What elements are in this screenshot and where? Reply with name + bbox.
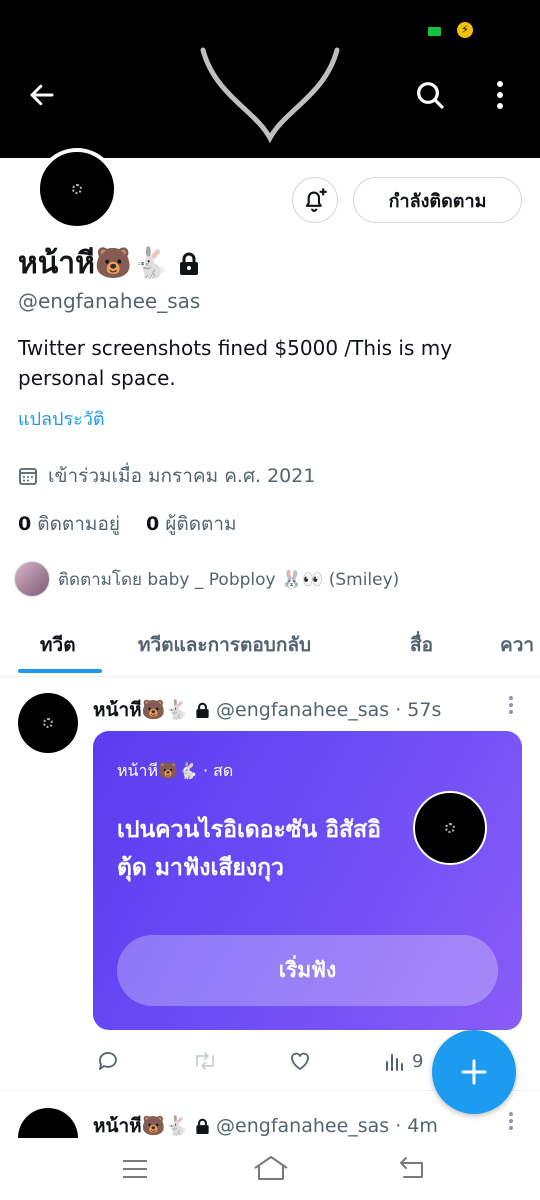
tweet-time: · 57s (395, 699, 442, 721)
space-meta: หน้าหี🐻🐇 · สด (117, 761, 234, 780)
views-button[interactable]: 9 (384, 1046, 423, 1076)
search-icon (417, 82, 444, 109)
followed-by-text: ติดตามโดย baby _ Pobploy 🐰👀 (Smiley) (58, 569, 400, 590)
menu-icon[interactable] (121, 1158, 149, 1180)
compose-button[interactable] (432, 1030, 516, 1114)
profile-bio: Twitter screenshots fined $5000 /This is… (18, 336, 453, 390)
join-date: เข้าร่วมเมื่อ มกราคม ค.ศ. 2021 (18, 461, 315, 491)
space-card[interactable]: หน้าหี🐻🐇 · สด เปนควนไรอิเดอะซัน อิสัสอิต… (93, 731, 522, 1030)
bell-plus-icon (305, 188, 327, 212)
follow-counts: 0 ติดตามอยู่ 0 ผู้ติดตาม (18, 509, 237, 539)
tweet-header: หน้าหี🐻🐇 @engfanahee_sas · 4m (93, 1111, 438, 1138)
followers-count-link[interactable]: 0 ผู้ติดตาม (146, 509, 237, 539)
back-icon[interactable] (396, 1155, 426, 1181)
loading-spinner-icon (445, 823, 455, 833)
tweet-author-handle: @engfanahee_sas (216, 699, 390, 721)
tweet-author-handle: @engfanahee_sas (216, 1115, 390, 1137)
more-options-button[interactable] (478, 73, 522, 117)
like-button[interactable] (288, 1046, 312, 1076)
tweet-actions: 9 (96, 1046, 436, 1076)
tweet-author-name[interactable]: หน้าหี🐻🐇 (93, 1111, 189, 1138)
reply-button[interactable] (96, 1046, 120, 1076)
plus-icon (461, 1059, 487, 1085)
space-host-avatar (413, 791, 487, 865)
tweet-more-button[interactable] (496, 695, 526, 715)
more-vertical-icon (497, 81, 503, 109)
reply-icon (99, 1052, 117, 1070)
loading-spinner-icon (43, 718, 53, 728)
charging-icon: ⚡ (457, 22, 473, 38)
retweet-button[interactable] (192, 1046, 218, 1076)
notify-button[interactable] (292, 177, 338, 223)
translate-bio-link[interactable]: แปลประวัติ (18, 404, 105, 433)
heart-icon (291, 1052, 309, 1070)
profile-name: หน้าหี🐻🐇 (18, 246, 170, 281)
search-button[interactable] (408, 73, 452, 117)
retweet-icon (196, 1052, 214, 1070)
tab-tweets-replies[interactable]: ทวีตและการตอบกลับ (138, 630, 311, 660)
space-title: เปนควนไรอิเดอะซัน อิสัสอิตุ้ด มาฟังเสียง… (117, 817, 381, 881)
home-icon[interactable] (252, 1154, 290, 1182)
lock-icon (196, 702, 209, 718)
tab-media[interactable]: สื่อ (410, 630, 433, 660)
profile-tabs: ทวีต ทวีตและการตอบกลับ สื่อ ควา (0, 612, 540, 677)
tab-tweets[interactable]: ทวีต (40, 630, 76, 660)
lock-icon (196, 1118, 209, 1134)
banner-heart-image (200, 47, 340, 144)
lock-icon (179, 252, 198, 275)
back-button[interactable] (20, 73, 64, 117)
tweet-author-name[interactable]: หน้าหี🐻🐇 (93, 695, 189, 725)
profile-handle: @engfanahee_sas (18, 289, 201, 313)
tweet-avatar[interactable] (18, 1108, 78, 1138)
tweet-time: · 4m (395, 1115, 438, 1137)
active-tab-indicator (18, 669, 102, 673)
views-count: 9 (412, 1050, 424, 1072)
following-button[interactable]: กำลังติดตาม (353, 177, 522, 223)
views-icon (386, 1054, 403, 1071)
tab-likes[interactable]: ควา (500, 630, 534, 660)
followed-by[interactable]: ติดตามโดย baby _ Pobploy 🐰👀 (Smiley) (14, 561, 399, 597)
arrow-left-icon (30, 84, 54, 106)
tweet-avatar[interactable] (18, 693, 78, 753)
join-date-text: เข้าร่วมเมื่อ มกราคม ค.ศ. 2021 (48, 465, 316, 487)
profile-avatar[interactable] (36, 148, 118, 230)
loading-spinner-icon (72, 184, 82, 194)
calendar-icon (19, 468, 37, 485)
tweet-more-button[interactable] (496, 1111, 526, 1131)
tweet-header: หน้าหี🐻🐇 @engfanahee_sas · 57s (93, 695, 441, 725)
profile-name-row: หน้าหี🐻🐇 (18, 240, 200, 287)
system-nav-bar (0, 1138, 540, 1200)
following-count-link[interactable]: 0 ติดตามอยู่ (18, 509, 120, 539)
start-listening-button[interactable]: เริ่มฟัง (117, 935, 498, 1006)
battery-indicator (428, 27, 441, 36)
follower-avatar (14, 561, 50, 597)
